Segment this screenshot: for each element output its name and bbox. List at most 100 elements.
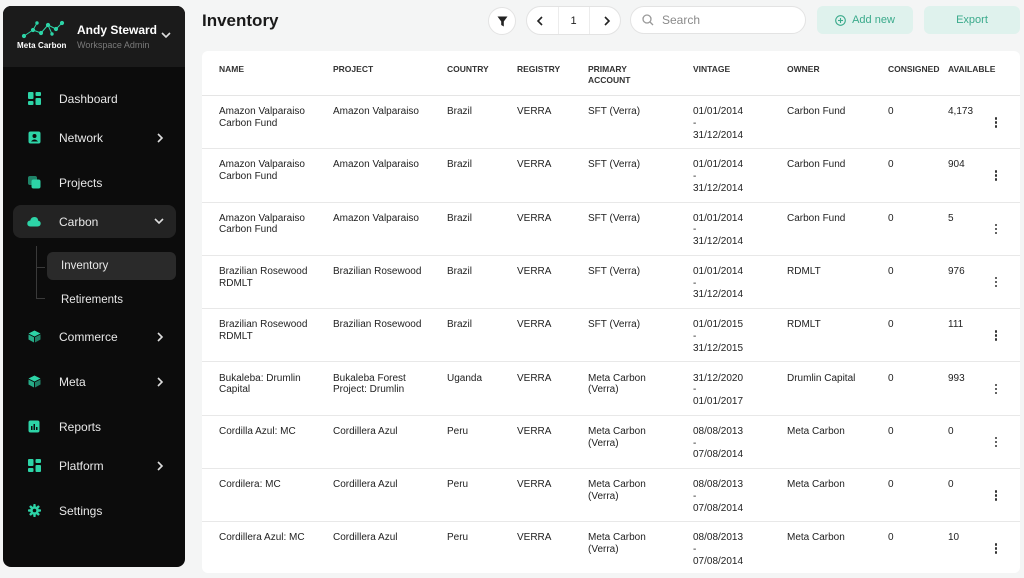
sidebar-subitem-inventory[interactable]: Inventory xyxy=(47,252,176,280)
sidebar-subitem-retirements[interactable]: Retirements xyxy=(47,286,176,314)
table-row[interactable]: Amazon Valparaiso Carbon Fund Amazon Valp… xyxy=(202,149,1020,202)
cell-consigned: 0 xyxy=(888,532,894,544)
cell-available: 976 xyxy=(948,266,965,278)
sidebar-item-network[interactable]: Network xyxy=(13,121,176,154)
pagination: 1 xyxy=(526,6,621,35)
filter-icon xyxy=(497,16,508,27)
sidebar-item-settings[interactable]: Settings xyxy=(13,494,176,527)
vintage-end: 31/12/2015 xyxy=(693,343,773,355)
filter-button[interactable] xyxy=(488,7,516,35)
cell-registry: VERRA xyxy=(517,159,551,171)
row-menu-icon[interactable] xyxy=(994,543,998,555)
vintage-sep: - xyxy=(693,384,773,396)
column-header-available[interactable]: AVAILABLE xyxy=(948,64,995,75)
sidebar-item-reports[interactable]: Reports xyxy=(13,410,176,443)
vintage-end: 07/08/2014 xyxy=(693,449,773,461)
sidebar-item-platform[interactable]: Platform xyxy=(13,449,176,482)
vintage-sep: - xyxy=(693,278,773,290)
column-header-country[interactable]: COUNTRY xyxy=(447,64,489,75)
submenu-tick xyxy=(36,267,45,268)
sidebar: Meta Carbon Andy Steward Workspace Admin… xyxy=(3,6,185,567)
sidebar-item-carbon[interactable]: Carbon xyxy=(13,205,176,238)
export-button[interactable]: Export xyxy=(924,6,1020,34)
cell-primary-account: Meta Carbon (Verra) xyxy=(588,426,678,450)
cell-owner: Carbon Fund xyxy=(787,159,877,171)
workspace-switcher[interactable]: Meta Carbon Andy Steward Workspace Admin xyxy=(3,6,185,67)
vintage-start: 01/01/2014 xyxy=(693,159,773,171)
chevron-left-icon[interactable] xyxy=(536,16,543,26)
row-menu-icon[interactable] xyxy=(994,277,998,289)
column-header-name[interactable]: NAME xyxy=(219,64,314,75)
sidebar-item-commerce[interactable]: Commerce xyxy=(13,320,176,353)
cell-country: Brazil xyxy=(447,319,472,331)
vintage-end: 07/08/2014 xyxy=(693,503,773,515)
row-menu-icon[interactable] xyxy=(994,437,998,449)
cell-available: 10 xyxy=(948,532,959,544)
submenu-tick xyxy=(36,298,45,299)
meta-carbon-logo: Meta Carbon xyxy=(17,20,69,54)
column-header-vintage[interactable]: VINTAGE xyxy=(693,64,773,75)
table-row[interactable]: Brazilian Rosewood RDMLTBrazilian Rosewo… xyxy=(202,309,1020,362)
cell-vintage: 01/01/2015-31/12/2015 xyxy=(693,319,773,354)
report-icon xyxy=(27,420,41,434)
cell-primary-account: SFT (Verra) xyxy=(588,266,678,278)
cell-primary-account: Meta Carbon (Verra) xyxy=(588,373,678,397)
row-menu-icon[interactable] xyxy=(994,117,998,129)
vintage-sep: - xyxy=(693,331,773,343)
row-menu-icon[interactable] xyxy=(994,330,998,342)
cell-owner: Meta Carbon xyxy=(787,426,877,438)
column-header-consigned[interactable]: CONSIGNED xyxy=(888,64,939,75)
cell-registry: VERRA xyxy=(517,426,551,438)
cell-consigned: 0 xyxy=(888,106,894,118)
row-menu-icon[interactable] xyxy=(994,490,998,502)
row-menu-icon[interactable] xyxy=(994,384,998,396)
add-new-button[interactable]: Add new xyxy=(817,6,913,34)
inventory-table: NAME PROJECT COUNTRY REGISTRY PRIMARY AC… xyxy=(202,51,1020,573)
cell-consigned: 0 xyxy=(888,159,894,171)
sidebar-item-meta[interactable]: Meta xyxy=(13,365,176,398)
table-row[interactable]: Cordilera: MCCordillera AzulPeruVERRAMet… xyxy=(202,469,1020,522)
cell-vintage: 01/01/2014-31/12/2014 xyxy=(693,106,773,141)
vintage-start: 01/01/2015 xyxy=(693,319,773,331)
table-row[interactable]: Brazilian Rosewood RDMLTBrazilian Rosewo… xyxy=(202,256,1020,309)
column-header-registry[interactable]: REGISTRY xyxy=(517,64,560,75)
row-menu-icon[interactable] xyxy=(994,170,998,182)
cell-owner: Drumlin Capital xyxy=(787,373,877,385)
cell-name: Amazon Valparaiso Carbon Fund xyxy=(219,159,314,183)
table-row[interactable]: Cordilla Azul: MCCordillera AzulPeruVERR… xyxy=(202,416,1020,469)
search-input[interactable] xyxy=(662,13,802,27)
cell-owner: RDMLT xyxy=(787,319,877,331)
projects-icon xyxy=(27,176,41,190)
sidebar-item-dashboard[interactable]: Dashboard xyxy=(13,82,176,115)
column-header-primary-account[interactable]: PRIMARY ACCOUNT xyxy=(588,64,648,86)
cell-project: Amazon Valparaiso xyxy=(333,159,428,171)
cell-available: 4,173 xyxy=(948,106,973,118)
table-row[interactable]: Bukaleba: Drumlin CapitalBukaleba Forest… xyxy=(202,363,1020,416)
cell-country: Brazil xyxy=(447,213,472,225)
chevron-right-icon xyxy=(157,133,164,143)
gear-icon xyxy=(27,504,41,518)
table-row[interactable]: Cordillera Azul: MCCordillera AzulPeruVE… xyxy=(202,522,1020,573)
page-number[interactable]: 1 xyxy=(558,7,590,34)
column-header-owner[interactable]: OWNER xyxy=(787,64,877,75)
vintage-end: 31/12/2014 xyxy=(693,130,773,142)
vintage-sep: - xyxy=(693,224,773,236)
cell-country: Brazil xyxy=(447,266,472,278)
cell-consigned: 0 xyxy=(888,266,894,278)
cell-available: 904 xyxy=(948,159,965,171)
cell-name: Bukaleba: Drumlin Capital xyxy=(219,373,314,397)
submenu-line xyxy=(36,246,37,298)
table-row[interactable]: Amazon Valparaiso Carbon FundAmazon Valp… xyxy=(202,96,1020,149)
vintage-start: 01/01/2014 xyxy=(693,213,773,225)
cell-owner: Carbon Fund xyxy=(787,106,877,118)
column-header-project[interactable]: PROJECT xyxy=(333,64,428,75)
cell-registry: VERRA xyxy=(517,213,551,225)
plus-circle-icon xyxy=(835,15,846,26)
row-menu-icon[interactable] xyxy=(994,224,998,236)
sidebar-item-label: Projects xyxy=(59,176,102,190)
chevron-right-icon[interactable] xyxy=(604,16,611,26)
sidebar-item-projects[interactable]: Projects xyxy=(13,166,176,199)
contact-card-icon xyxy=(27,131,41,145)
table-row[interactable]: Amazon Valparaiso Carbon FundAmazon Valp… xyxy=(202,203,1020,256)
export-label: Export xyxy=(956,14,988,26)
